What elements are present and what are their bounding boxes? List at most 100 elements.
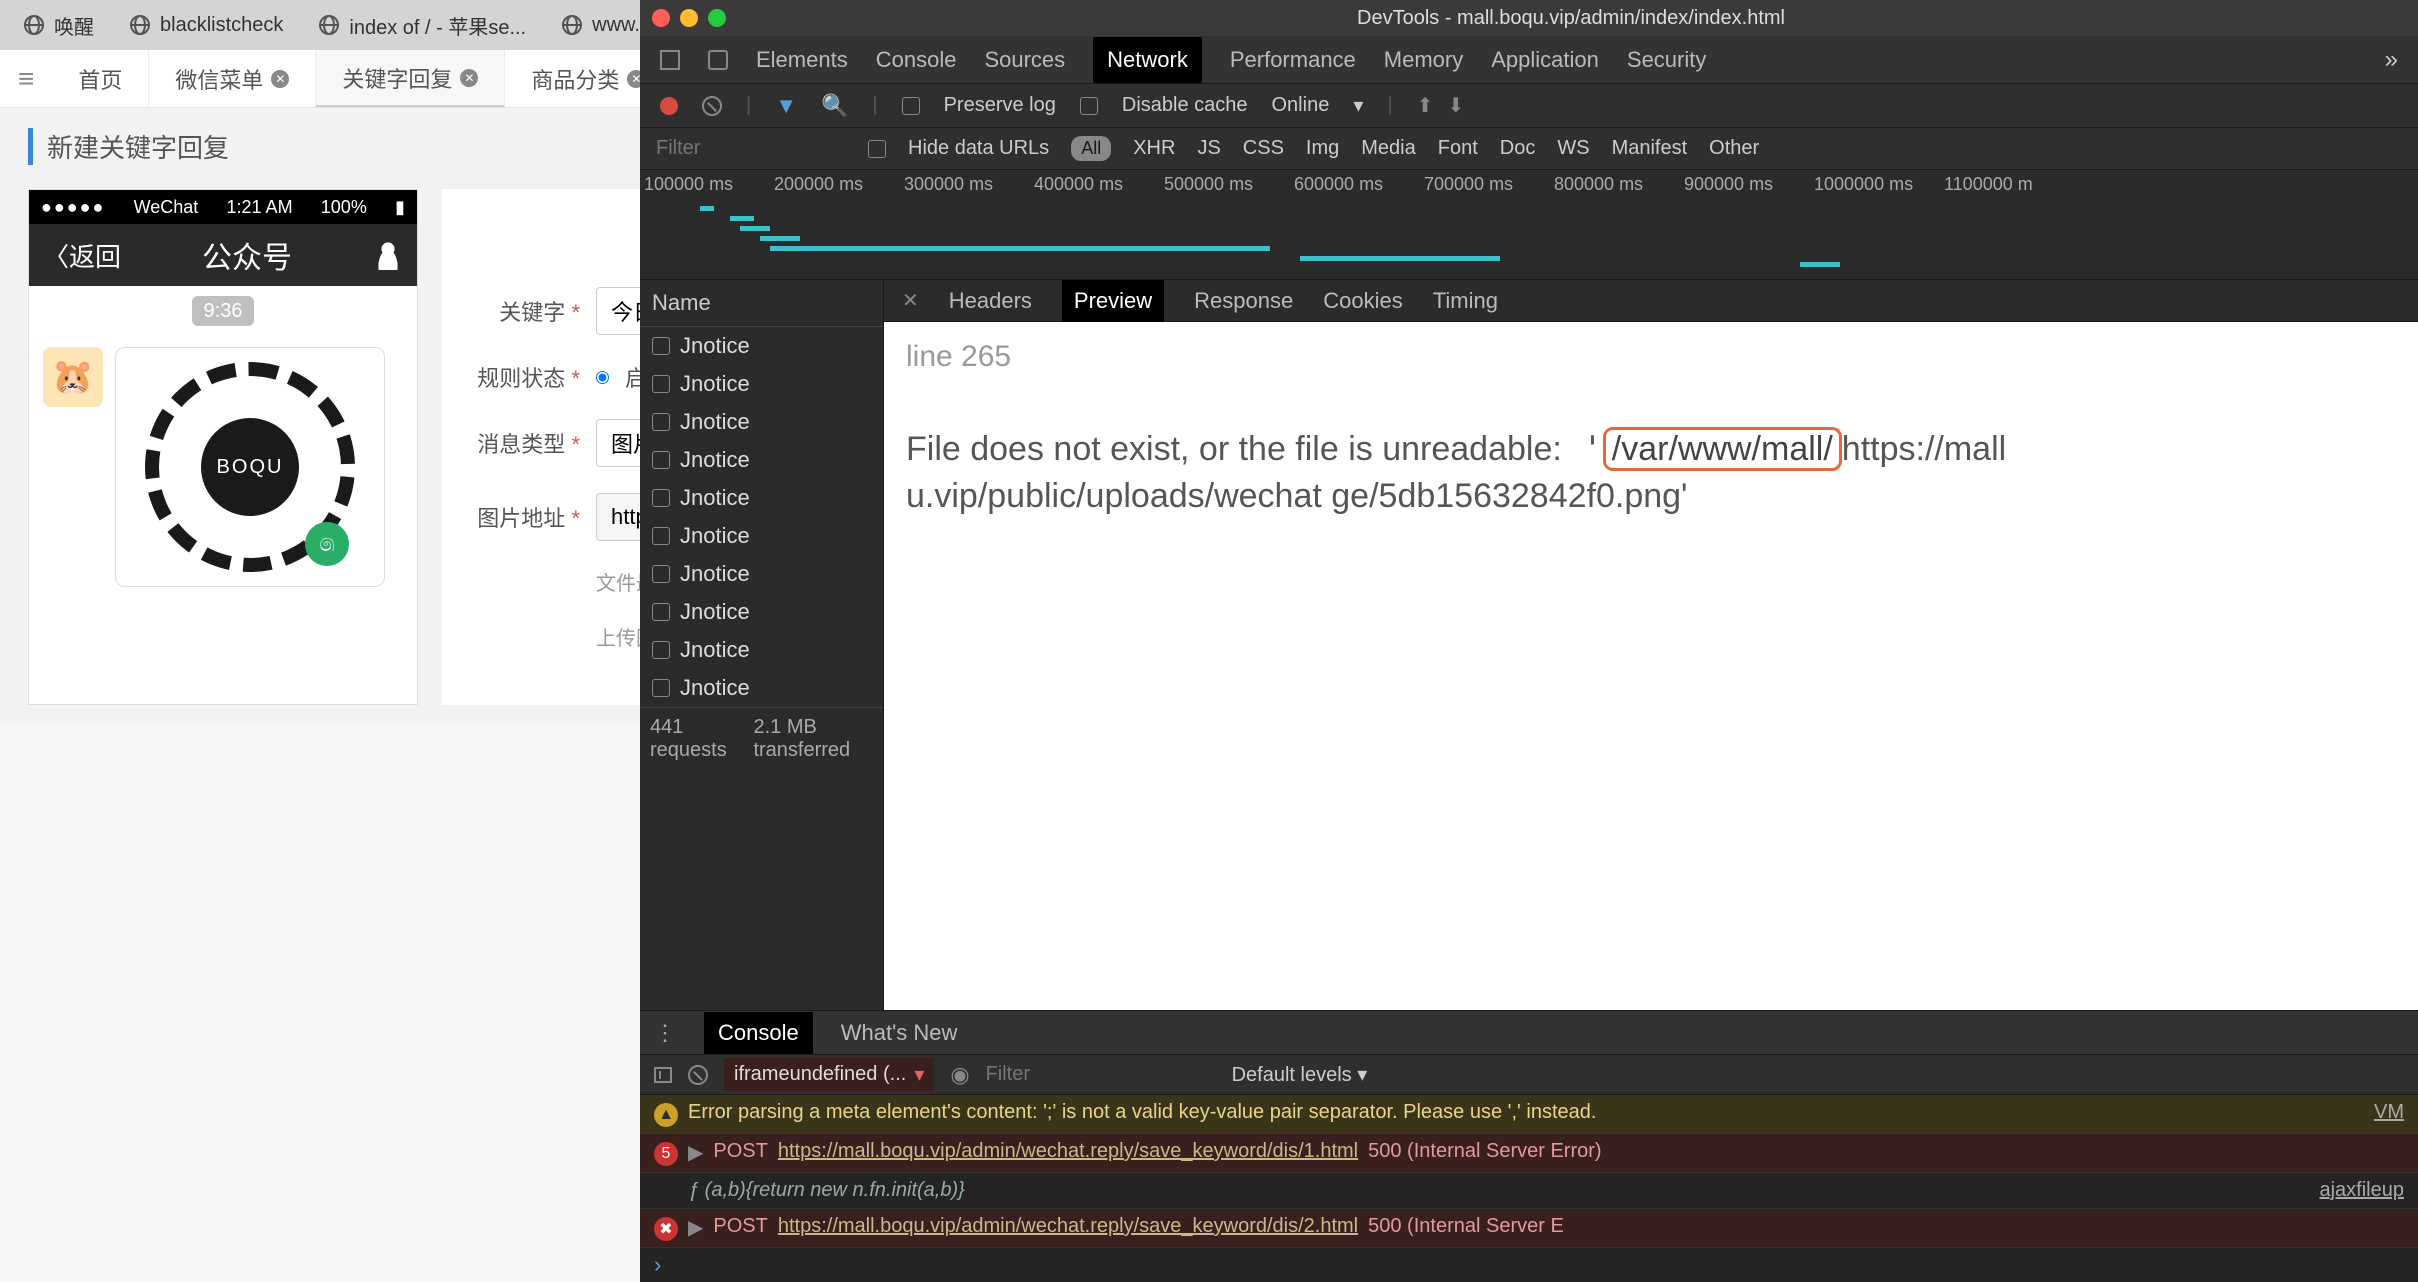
console-sidebar-icon[interactable] xyxy=(654,1067,672,1083)
browser-tab[interactable]: 唤醒 xyxy=(8,3,110,48)
detail-tab-headers[interactable]: Headers xyxy=(949,288,1032,314)
console-error[interactable]: 5 ▶ POST https://mall.boqu.vip/admin/wec… xyxy=(640,1134,2418,1173)
inspect-icon[interactable] xyxy=(660,50,680,70)
request-checkbox[interactable] xyxy=(652,679,670,697)
browser-tab[interactable]: blacklistcheck xyxy=(114,6,299,45)
panel-elements[interactable]: Elements xyxy=(756,47,848,73)
drawer-menu-icon[interactable]: ⋮ xyxy=(654,1020,676,1046)
reqlist-header[interactable]: Name xyxy=(640,280,883,327)
rule-enable-radio[interactable] xyxy=(596,371,609,384)
request-checkbox[interactable] xyxy=(652,565,670,583)
search-icon[interactable]: 🔍 xyxy=(821,93,848,119)
warning-source[interactable]: VM xyxy=(2374,1101,2404,1124)
disable-cache-checkbox[interactable] xyxy=(1080,97,1098,115)
panel-security[interactable]: Security xyxy=(1627,47,1706,73)
more-panels-icon[interactable]: » xyxy=(2385,46,2398,74)
request-checkbox[interactable] xyxy=(652,603,670,621)
request-checkbox[interactable] xyxy=(652,337,670,355)
clear-icon[interactable] xyxy=(702,96,722,116)
context-select[interactable]: iframeundefined (... ▾ xyxy=(724,1058,934,1091)
console-warning[interactable]: ▲ Error parsing a meta element's content… xyxy=(640,1095,2418,1134)
request-item[interactable]: Jnotice xyxy=(640,441,883,479)
panel-console[interactable]: Console xyxy=(876,47,957,73)
panel-application[interactable]: Application xyxy=(1491,47,1599,73)
console-eval[interactable]: ƒ (a,b){return new n.fn.init(a,b)} ajaxf… xyxy=(640,1173,2418,1209)
filter-css[interactable]: CSS xyxy=(1243,137,1284,160)
filter-input[interactable] xyxy=(656,137,846,160)
panel-sources[interactable]: Sources xyxy=(984,47,1065,73)
preview-pane[interactable]: line 265 File does not exist, or the fil… xyxy=(884,322,2418,1010)
detail-tab-timing[interactable]: Timing xyxy=(1433,288,1498,314)
error-url[interactable]: https://mall.boqu.vip/admin/wechat.reply… xyxy=(778,1215,1358,1238)
request-checkbox[interactable] xyxy=(652,641,670,659)
drawer-tab-whatsnew[interactable]: What's New xyxy=(841,1020,958,1046)
clear-console-icon[interactable] xyxy=(688,1065,708,1085)
filter-icon[interactable]: ▼ xyxy=(775,93,797,119)
request-checkbox[interactable] xyxy=(652,413,670,431)
eval-source[interactable]: ajaxfileup xyxy=(2319,1179,2404,1202)
device-icon[interactable] xyxy=(708,50,728,70)
nav-tab-home[interactable]: 首页 xyxy=(52,50,149,107)
filter-all[interactable]: All xyxy=(1071,136,1111,161)
panel-memory[interactable]: Memory xyxy=(1384,47,1463,73)
request-item[interactable]: Jnotice xyxy=(640,327,883,365)
traffic-min-icon[interactable] xyxy=(680,9,698,27)
panel-network[interactable]: Network xyxy=(1093,37,1202,83)
detail-tab-response[interactable]: Response xyxy=(1194,288,1293,314)
request-checkbox[interactable] xyxy=(652,451,670,469)
person-icon[interactable] xyxy=(373,240,403,270)
request-checkbox[interactable] xyxy=(652,375,670,393)
detail-tab-preview[interactable]: Preview xyxy=(1062,280,1164,322)
request-item[interactable]: Jnotice xyxy=(640,631,883,669)
console-error[interactable]: ✖ ▶ POST https://mall.boqu.vip/admin/wec… xyxy=(640,1209,2418,1248)
expand-icon[interactable]: ▶ xyxy=(688,1140,703,1165)
record-icon[interactable] xyxy=(660,97,678,115)
request-item[interactable]: Jnotice xyxy=(640,517,883,555)
phone-header: 〈返回 公众号 xyxy=(29,224,417,286)
request-item[interactable]: Jnotice xyxy=(640,669,883,707)
error-url[interactable]: https://mall.boqu.vip/admin/wechat.reply… xyxy=(778,1140,1358,1163)
filter-font[interactable]: Font xyxy=(1438,137,1478,160)
filter-media[interactable]: Media xyxy=(1361,137,1415,160)
upload-icon[interactable]: ⬆ xyxy=(1417,93,1434,118)
panel-performance[interactable]: Performance xyxy=(1230,47,1356,73)
hide-urls-checkbox[interactable] xyxy=(868,140,886,158)
browser-tab[interactable]: index of / - 苹果se... xyxy=(303,3,542,48)
close-detail-icon[interactable]: ✕ xyxy=(902,288,919,313)
filter-other[interactable]: Other xyxy=(1709,137,1759,160)
chat-bubble: BOQU ෧ xyxy=(115,347,385,587)
transferred-size: 2.1 MB transferred xyxy=(753,716,873,762)
detail-tab-cookies[interactable]: Cookies xyxy=(1323,288,1402,314)
console-filter-input[interactable] xyxy=(986,1063,1196,1086)
close-icon[interactable]: ✕ xyxy=(460,69,478,87)
drawer-tab-console[interactable]: Console xyxy=(704,1012,813,1054)
throttle-select[interactable]: Online xyxy=(1272,94,1330,117)
request-item[interactable]: Jnotice xyxy=(640,593,883,631)
filter-manifest[interactable]: Manifest xyxy=(1612,137,1688,160)
request-item[interactable]: Jnotice xyxy=(640,479,883,517)
filter-img[interactable]: Img xyxy=(1306,137,1339,160)
live-expr-icon[interactable]: ◉ xyxy=(950,1062,969,1088)
request-item[interactable]: Jnotice xyxy=(640,365,883,403)
network-timeline[interactable]: 100000 ms 200000 ms 300000 ms 400000 ms … xyxy=(640,170,2418,280)
filter-js[interactable]: JS xyxy=(1197,137,1220,160)
request-item[interactable]: Jnotice xyxy=(640,403,883,441)
levels-select[interactable]: Default levels ▾ xyxy=(1232,1062,1368,1087)
request-item[interactable]: Jnotice xyxy=(640,555,883,593)
hamburger-icon[interactable]: ≡ xyxy=(0,63,52,95)
traffic-max-icon[interactable] xyxy=(708,9,726,27)
traffic-close-icon[interactable] xyxy=(652,9,670,27)
request-checkbox[interactable] xyxy=(652,489,670,507)
close-icon[interactable]: ✕ xyxy=(271,70,289,88)
nav-tab-keyword-reply[interactable]: 关键字回复✕ xyxy=(316,50,505,107)
expand-icon[interactable]: ▶ xyxy=(688,1215,703,1240)
console-prompt[interactable]: › xyxy=(640,1248,2418,1282)
nav-tab-wechat-menu[interactable]: 微信菜单✕ xyxy=(149,50,316,107)
download-icon[interactable]: ⬇ xyxy=(1447,93,1464,118)
request-checkbox[interactable] xyxy=(652,527,670,545)
filter-ws[interactable]: WS xyxy=(1557,137,1589,160)
back-button[interactable]: 〈返回 xyxy=(43,237,121,274)
filter-xhr[interactable]: XHR xyxy=(1133,137,1175,160)
preserve-log-checkbox[interactable] xyxy=(902,97,920,115)
filter-doc[interactable]: Doc xyxy=(1500,137,1536,160)
